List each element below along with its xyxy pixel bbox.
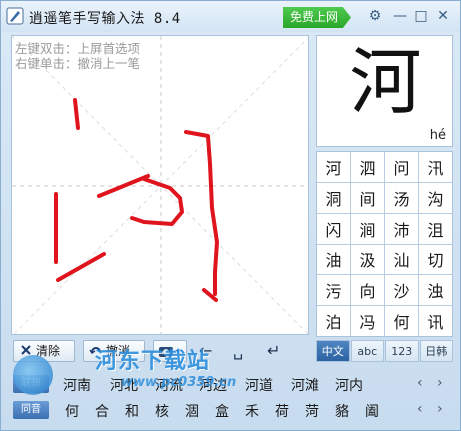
homophone-row: 同音 何 合 和 核 涸 盒 禾 荷 菏 貉 阖 ‹ › [13, 399, 453, 421]
undo-button[interactable]: 撤消 [83, 340, 145, 362]
mode-chinese[interactable]: 中文 [316, 340, 350, 362]
writing-pad[interactable]: 左键双击：上屏首选项 右键单击：撤消上一笔 [11, 35, 309, 335]
candidate-cell[interactable]: 沛 [385, 213, 418, 244]
prev-page-icon[interactable]: ‹ [417, 375, 423, 391]
homophone-item[interactable]: 何 [65, 401, 79, 421]
homophone-item[interactable]: 盒 [215, 401, 229, 421]
title-bar[interactable]: 逍遥笔手写输入法 8.4 免费上网 ⚙ — □ ✕ [1, 1, 460, 32]
candidate-cell[interactable]: 闪 [317, 213, 350, 244]
preview-panel: 河 hé [316, 35, 453, 147]
association-item[interactable]: 河边 [199, 375, 227, 395]
association-item[interactable]: 河道 [245, 375, 273, 395]
handwriting-ime-window: 逍遥笔手写输入法 8.4 免费上网 ⚙ — □ ✕ 左键双击：上屏首选项 右键单… [0, 0, 461, 431]
enter-icon[interactable]: ↵ [267, 340, 280, 362]
candidate-cell[interactable]: 沮 [419, 213, 452, 244]
candidate-cell[interactable]: 汛 [419, 152, 452, 182]
association-item[interactable]: 河内 [335, 375, 363, 395]
free-internet-button[interactable]: 免费上网 [283, 7, 351, 28]
handwritten-strokes [54, 98, 219, 302]
candidate-cell[interactable]: 切 [419, 244, 452, 275]
candidate-cell[interactable]: 问 [385, 152, 418, 182]
clear-label: 清除 [36, 344, 61, 358]
mode-123[interactable]: 123 [385, 340, 419, 362]
candidate-cell[interactable]: 沙 [385, 275, 418, 306]
association-item[interactable]: 河北 [110, 375, 138, 395]
candidate-cell[interactable]: 河 [317, 152, 350, 182]
association-item[interactable]: 河滩 [291, 375, 319, 395]
association-tag: 联想 [13, 375, 49, 393]
association-item[interactable]: 河流 [155, 375, 183, 395]
maximize-icon[interactable]: □ [413, 8, 429, 24]
homophone-tag: 同音 [13, 401, 49, 419]
candidate-cell[interactable]: 汤 [385, 182, 418, 213]
pen-app-icon [6, 7, 24, 25]
candidate-cell[interactable]: 浊 [419, 275, 452, 306]
candidate-cell[interactable]: 沟 [419, 182, 452, 213]
candidate-cell[interactable]: 泗 [351, 152, 384, 182]
minimize-icon[interactable]: — [392, 8, 408, 24]
homophone-item[interactable]: 涸 [185, 401, 199, 421]
gear-icon[interactable]: ⚙ [367, 8, 383, 24]
candidate-cell[interactable]: 讯 [419, 306, 452, 336]
preview-character: 河 [349, 40, 422, 124]
candidate-cell[interactable]: 汲 [351, 244, 384, 275]
homophone-item[interactable]: 貉 [335, 401, 349, 421]
candidate-cell[interactable]: 油 [317, 244, 350, 275]
window-title: 逍遥笔手写输入法 8.4 [29, 11, 181, 27]
close-icon[interactable]: ✕ [435, 8, 451, 24]
candidate-cell[interactable]: 间 [351, 182, 384, 213]
mode-japanese-korean[interactable]: 日韩 [419, 340, 453, 362]
candidate-cell[interactable]: 涧 [351, 213, 384, 244]
candidate-cell[interactable]: 何 [385, 306, 418, 336]
candidate-cell[interactable]: 污 [317, 275, 350, 306]
homophone-item[interactable]: 荷 [275, 401, 289, 421]
candidate-cell[interactable]: 洞 [317, 182, 350, 213]
space-icon[interactable]: ␣ [233, 340, 243, 362]
homophone-item[interactable]: 禾 [245, 401, 259, 421]
homophone-item[interactable]: 和 [125, 401, 139, 421]
homophone-item[interactable]: 菏 [305, 401, 319, 421]
association-row: 联想 河南 河北 河流 河边 河道 河滩 河内 ‹ › [13, 373, 453, 395]
next-page-icon[interactable]: › [437, 375, 443, 391]
undo-icon [89, 347, 101, 355]
candidate-cell[interactable]: 汕 [385, 244, 418, 275]
homophone-item[interactable]: 核 [155, 401, 169, 421]
input-mode-tabs: 中文 abc 123 日韩 [316, 340, 453, 362]
backspace-icon[interactable]: ← [199, 340, 212, 362]
camera-button[interactable] [153, 340, 187, 362]
candidate-cell[interactable]: 向 [351, 275, 384, 306]
clear-button[interactable]: 清除 [13, 340, 75, 362]
undo-label: 撤消 [106, 344, 131, 358]
prev-page-icon[interactable]: ‹ [417, 401, 423, 417]
association-item[interactable]: 河南 [63, 375, 91, 395]
next-page-icon[interactable]: › [437, 401, 443, 417]
clear-x-icon [21, 345, 31, 355]
candidate-grid: 河 泗 问 汛 洞 间 汤 沟 闪 涧 沛 沮 油 汲 汕 切 污 向 沙 浊 … [316, 151, 453, 337]
candidate-cell[interactable]: 泊 [317, 306, 350, 336]
candidate-cell[interactable]: 冯 [351, 306, 384, 336]
preview-pinyin: hé [429, 128, 446, 143]
homophone-item[interactable]: 合 [95, 401, 109, 421]
mode-abc[interactable]: abc [350, 340, 384, 362]
camera-icon [159, 347, 180, 357]
homophone-item[interactable]: 阖 [365, 401, 379, 421]
